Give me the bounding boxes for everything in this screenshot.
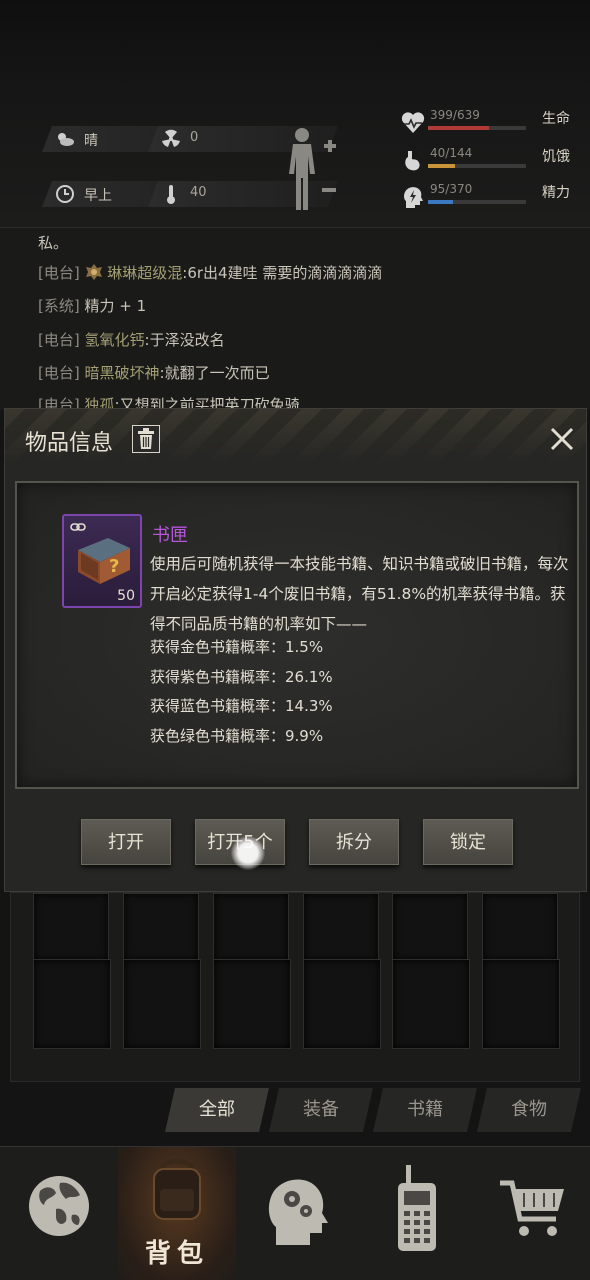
inventory-slot[interactable] — [392, 893, 468, 961]
item-count: 50 — [117, 588, 135, 604]
split-button[interactable]: 拆分 — [309, 819, 399, 865]
chat-line: [电台] 氢氧化钙:于泽没改名 — [38, 331, 225, 349]
tab-food[interactable]: 食物 — [477, 1088, 581, 1132]
backpack-icon — [153, 1159, 201, 1220]
head-gears-icon — [268, 1179, 328, 1245]
item-icon-box[interactable]: ? 50 — [62, 514, 142, 608]
health-label: 生命 — [542, 111, 570, 127]
thermometer-icon — [160, 183, 182, 205]
globe-icon — [29, 1176, 89, 1236]
svg-text:?: ? — [109, 556, 119, 577]
item-rates: 获得金色书籍概率：1.5% 获得紫色书籍概率：26.1% 获得蓝色书籍概率：14… — [150, 633, 333, 751]
tab-equipment[interactable]: 装备 — [269, 1088, 373, 1132]
trash-icon — [138, 428, 154, 449]
nav-world[interactable] — [0, 1147, 118, 1280]
rate-blue: 获得蓝色书籍概率：14.3% — [150, 697, 333, 715]
inventory-grid[interactable] — [10, 892, 580, 1082]
chat-line: [系统] 精力 + 1 — [38, 297, 147, 315]
chat-log[interactable]: 私。 [电台] 琳琳超级混:6r出4建哇 需要的滴滴滴滴滴 [系统] 精力 + … — [0, 228, 590, 410]
chat-line: [电台] 暗黑破坏神:就翻了一次而已 — [38, 364, 270, 382]
close-icon[interactable] — [546, 423, 578, 455]
rate-gold: 获得金色书籍概率：1.5% — [150, 638, 324, 656]
open-button[interactable]: 打开 — [81, 819, 171, 865]
hunger-bar — [428, 164, 526, 168]
hunger-label: 饥饿 — [542, 149, 570, 165]
tab-books[interactable]: 书籍 — [373, 1088, 477, 1132]
temperature-value: 40 — [190, 185, 207, 200]
chat-username[interactable]: 琳琳超级混 — [107, 264, 182, 282]
heart-icon — [401, 112, 425, 133]
chat-line: 私。 — [38, 234, 69, 252]
hunger-vital: 40/144 饥饿 — [398, 146, 578, 176]
inventory-slot[interactable] — [303, 959, 381, 1049]
shopping-cart-icon — [500, 1180, 564, 1236]
inventory-slot[interactable] — [123, 959, 201, 1049]
inventory-slot[interactable] — [33, 959, 111, 1049]
health-vital: 399/639 生命 — [398, 108, 578, 138]
energy-bar — [428, 200, 526, 204]
time-of-day-text: 早上 — [84, 188, 112, 204]
inventory-slot[interactable] — [33, 893, 109, 961]
dialog-title: 物品信息 — [25, 431, 114, 456]
radiation-icon — [160, 128, 182, 150]
inventory-slot[interactable] — [303, 893, 379, 961]
inventory-slot[interactable] — [392, 959, 470, 1049]
nav-bag[interactable]: 背包 — [118, 1147, 236, 1280]
weather-text: 晴 — [84, 133, 98, 149]
stomach-icon — [405, 151, 420, 171]
inventory-slot[interactable] — [482, 959, 560, 1049]
inventory-slot[interactable] — [482, 893, 558, 961]
lock-button[interactable]: 锁定 — [423, 819, 513, 865]
link-icon — [70, 523, 86, 531]
nav-radio[interactable] — [354, 1147, 472, 1280]
radiation-value: 0 — [190, 130, 199, 145]
item-detail-panel: ? 50 书匣 使用后可随机获得一本技能书籍、知识书籍或破旧书籍，每次开启必定获… — [15, 481, 579, 789]
health-bar — [428, 126, 526, 130]
head-bolt-icon — [404, 187, 423, 208]
nav-bag-label: 背包 — [144, 1239, 209, 1269]
energy-vital: 95/370 精力 — [398, 182, 578, 212]
inventory-slot[interactable] — [123, 893, 199, 961]
book-box-icon: ? — [78, 538, 130, 584]
energy-value: 95/370 — [430, 182, 473, 196]
inventory-filter-tabs: 全部 装备 书籍 食物 — [165, 1088, 583, 1136]
chat-line: [电台] 琳琳超级混:6r出4建哇 需要的滴滴滴滴滴 — [38, 264, 383, 282]
player-badge-icon — [85, 264, 102, 280]
body-figure-icon[interactable] — [284, 126, 344, 212]
inventory-slot[interactable] — [213, 893, 289, 961]
nav-skills[interactable] — [236, 1147, 354, 1280]
bottom-nav: 背包 — [0, 1146, 590, 1280]
energy-label: 精力 — [542, 185, 570, 201]
item-name: 书匣 — [152, 525, 188, 546]
weather-sun-icon — [54, 128, 76, 150]
walkie-talkie-icon — [398, 1165, 436, 1251]
chat-username[interactable]: 暗黑破坏神 — [85, 364, 160, 382]
status-panel: 晴 0 早上 40 399/639 生命 40/144 饥饿 95/370 精力 — [0, 0, 590, 228]
inventory-slot[interactable] — [213, 959, 291, 1049]
chat-username[interactable]: 氢氧化钙 — [85, 331, 145, 349]
hunger-value: 40/144 — [430, 146, 473, 160]
item-description: 使用后可随机获得一本技能书籍、知识书籍或破旧书籍，每次开启必定获得1-4个废旧书… — [150, 555, 569, 633]
rate-green: 获色绿色书籍概率：9.9% — [150, 726, 324, 745]
nav-shop[interactable] — [472, 1147, 590, 1280]
health-value: 399/639 — [430, 108, 480, 122]
clock-icon — [54, 183, 76, 205]
item-info-dialog: 物品信息 ? 50 书匣 使用后可随机获得一本技能书籍、知识书籍或破旧书籍，每次… — [4, 408, 587, 892]
tab-all[interactable]: 全部 — [165, 1088, 269, 1132]
touch-indicator — [231, 836, 265, 870]
rate-purple: 获得紫色书籍概率：26.1% — [150, 667, 333, 686]
discard-button[interactable] — [132, 425, 160, 453]
